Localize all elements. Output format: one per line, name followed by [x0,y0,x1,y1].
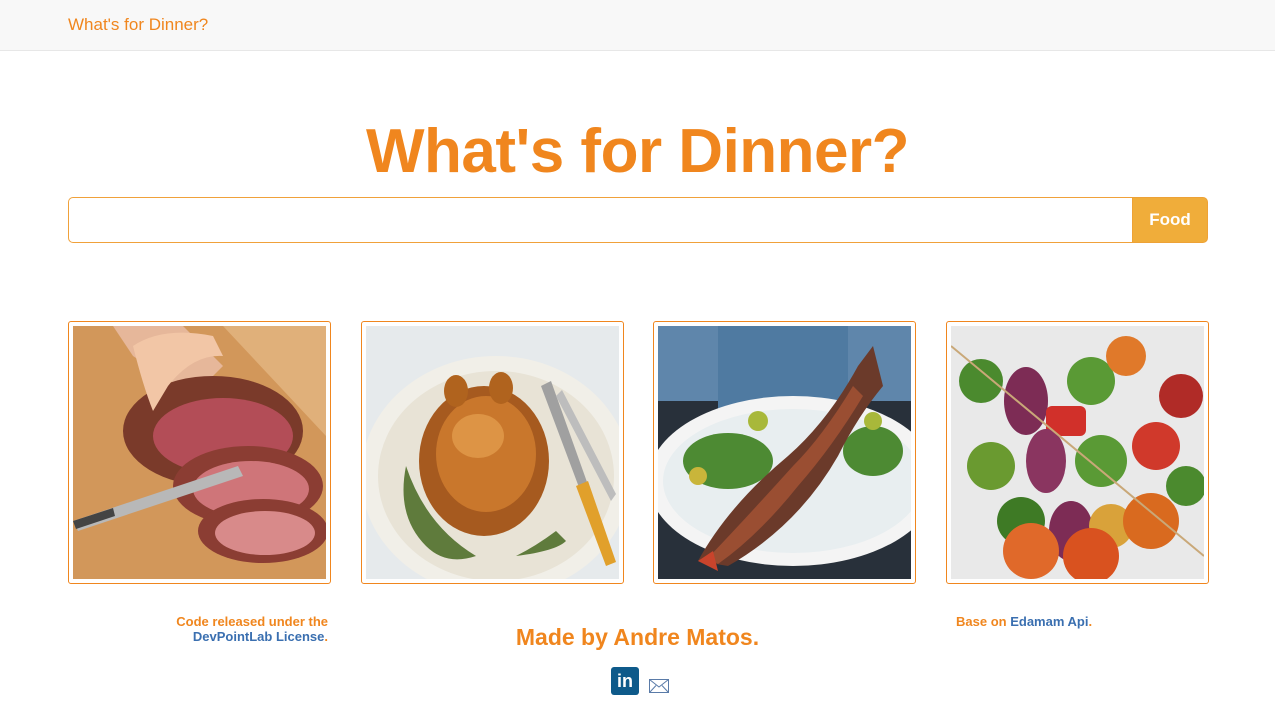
grilled-fish-image [658,326,911,579]
linkedin-icon[interactable]: in [611,667,639,695]
thumbnail-roast-beef[interactable] [68,321,331,584]
api-note: Base on Edamam Api. [956,614,1092,629]
edamam-api-link[interactable]: Edamam Api [1010,614,1088,629]
api-prefix: Base on [956,614,1007,629]
navbar: What's for Dinner? [0,0,1275,51]
page-title: What's for Dinner? [365,117,910,186]
roast-chicken-image [366,326,619,579]
food-search-button[interactable]: Food [1132,197,1208,243]
vegetable-skewers-image [951,326,1204,579]
search-input[interactable] [68,197,1132,243]
envelope-icon[interactable] [649,679,669,693]
thumbnail-grilled-fish[interactable] [653,321,916,584]
search-bar: Food [68,197,1208,243]
api-suffix: . [1088,614,1093,629]
roast-beef-image [73,326,326,579]
social-links: in [611,667,669,695]
recipe-thumbnails [0,321,1275,584]
thumbnail-vegetable-skewers[interactable] [946,321,1209,584]
thumbnail-roast-chicken[interactable] [361,321,624,584]
navbar-brand-link[interactable]: What's for Dinner? [68,15,208,35]
